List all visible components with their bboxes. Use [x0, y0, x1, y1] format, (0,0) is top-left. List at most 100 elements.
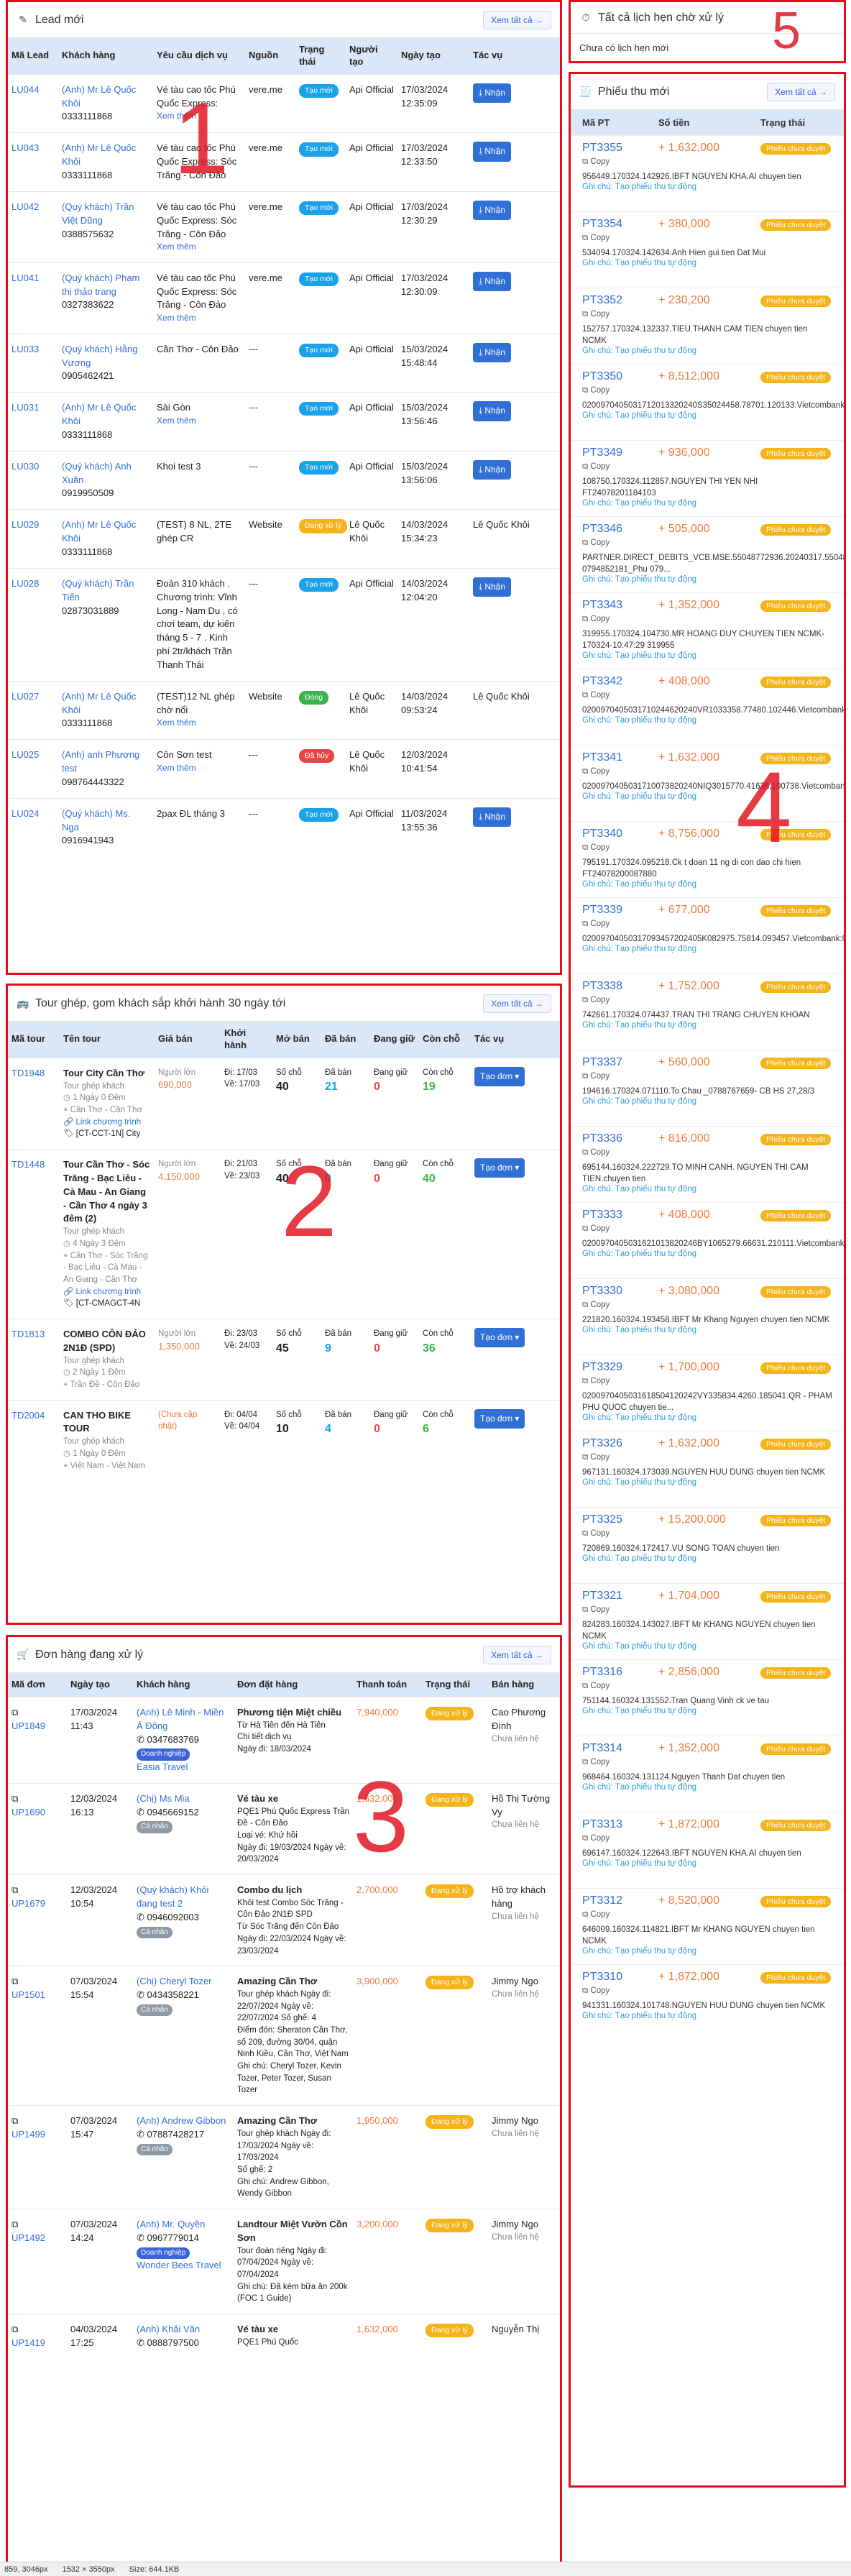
customer-link[interactable]: (Anh) Mr Lê Quốc Khôi [62, 142, 150, 169]
copy-icon[interactable]: ⧉ [12, 1706, 63, 1720]
receipt-code-link[interactable]: PT3355 [582, 142, 658, 155]
copy-icon[interactable]: ⧉ [12, 1884, 63, 1897]
create-order-button[interactable]: Tạo đơn ▾ [474, 1158, 525, 1178]
tour-code-link[interactable]: TD2004 [12, 1410, 45, 1421]
customer-link[interactable]: (Quý khách) Khôi đang test 2 [137, 1884, 230, 1911]
see-more-link[interactable]: Xem thêm [157, 241, 242, 253]
lead-code-link[interactable]: LU042 [12, 201, 39, 212]
copy-button[interactable]: ⧉ Copy [582, 1529, 658, 1539]
see-all-button[interactable]: Xem tất cả → [483, 1645, 551, 1664]
order-code-link[interactable]: UP1690 [12, 1807, 45, 1818]
lead-code-link[interactable]: LU025 [12, 749, 39, 760]
copy-button[interactable]: ⧉ Copy [582, 1224, 658, 1234]
receipt-code-link[interactable]: PT3310 [582, 1971, 658, 1984]
order-code-link[interactable]: UP1419 [12, 2337, 45, 2348]
lead-code-link[interactable]: LU044 [12, 84, 39, 95]
customer-link[interactable]: (Chị) Ms Mia [137, 1792, 230, 1806]
receive-button[interactable]: ⤓ Nhận [473, 271, 511, 292]
copy-button[interactable]: ⧉ Copy [582, 1605, 658, 1615]
receipt-code-link[interactable]: PT3338 [582, 980, 658, 993]
copy-button[interactable]: ⧉ Copy [582, 920, 658, 929]
copy-button[interactable]: ⧉ Copy [582, 1910, 658, 1920]
copy-button[interactable]: ⧉ Copy [582, 1301, 658, 1310]
receipt-code-link[interactable]: PT3339 [582, 904, 658, 917]
copy-icon[interactable]: ⧉ [12, 2218, 63, 2232]
receipt-code-link[interactable]: PT3329 [582, 1361, 658, 1374]
customer-link[interactable]: (Anh) anh Phương test [62, 748, 150, 776]
copy-button[interactable]: ⧉ Copy [582, 386, 658, 395]
copy-icon[interactable]: ⧉ [12, 2114, 63, 2128]
receipt-code-link[interactable]: PT3346 [582, 523, 658, 536]
copy-button[interactable]: ⧉ Copy [582, 1148, 658, 1158]
lead-code-link[interactable]: LU029 [12, 519, 39, 530]
receipt-code-link[interactable]: PT3313 [582, 1818, 658, 1831]
receipt-code-link[interactable]: PT3343 [582, 599, 658, 612]
customer-link[interactable]: (Quý khách) Phạm thị thảo trang [62, 272, 150, 299]
customer-link[interactable]: (Anh) Mr Lê Quốc Khôi [62, 690, 150, 718]
see-all-button[interactable]: Xem tất cả → [483, 10, 551, 29]
customer-link[interactable]: (Anh) Khải Văn [137, 2323, 230, 2337]
customer-link[interactable]: (Quý khách) Trần Việt Dũng [62, 201, 150, 228]
order-code-link[interactable]: UP1492 [12, 2232, 45, 2243]
receipt-code-link[interactable]: PT3340 [582, 828, 658, 840]
copy-icon[interactable]: ⧉ [12, 1792, 63, 1806]
receipt-code-link[interactable]: PT3312 [582, 1894, 658, 1907]
copy-button[interactable]: ⧉ Copy [582, 691, 658, 700]
customer-link[interactable]: (Chị) Cheryl Tozer [137, 1975, 230, 1989]
customer-link[interactable]: (Anh) Mr Lê Quốc Khôi [62, 518, 150, 546]
copy-button[interactable]: ⧉ Copy [582, 615, 658, 624]
lead-code-link[interactable]: LU043 [12, 142, 39, 153]
lead-code-link[interactable]: LU031 [12, 402, 39, 413]
customer-link[interactable]: (Quý khách) Anh Xuân [62, 460, 150, 487]
receipt-code-link[interactable]: PT3349 [582, 446, 658, 459]
create-order-button[interactable]: Tạo đơn ▾ [474, 1327, 525, 1348]
receipt-code-link[interactable]: PT3314 [582, 1742, 658, 1755]
copy-button[interactable]: ⧉ Copy [582, 1682, 658, 1691]
create-order-button[interactable]: Tạo đơn ▾ [474, 1066, 525, 1087]
copy-button[interactable]: ⧉ Copy [582, 1377, 658, 1386]
copy-button[interactable]: ⧉ Copy [582, 157, 658, 167]
customer-link[interactable]: (Anh) Lê Minh - Miền Á Đông [137, 1706, 230, 1733]
lead-code-link[interactable]: LU041 [12, 272, 39, 283]
copy-button[interactable]: ⧉ Copy [582, 996, 658, 1005]
tour-code-link[interactable]: TD1448 [12, 1159, 45, 1170]
copy-button[interactable]: ⧉ Copy [582, 1453, 658, 1462]
copy-icon[interactable]: ⧉ [12, 2323, 63, 2337]
receipt-code-link[interactable]: PT3333 [582, 1209, 658, 1221]
copy-button[interactable]: ⧉ Copy [582, 1834, 658, 1843]
see-all-button[interactable]: Xem tất cả → [767, 82, 835, 101]
receipt-code-link[interactable]: PT3330 [582, 1285, 658, 1298]
lead-code-link[interactable]: LU028 [12, 578, 39, 589]
see-all-button[interactable]: Xem tất cả → [483, 994, 551, 1013]
customer-link[interactable]: (Anh) Andrew Gibbon [137, 2114, 230, 2128]
receipt-code-link[interactable]: PT3325 [582, 1513, 658, 1526]
receipt-code-link[interactable]: PT3342 [582, 675, 658, 688]
see-more-link[interactable]: Xem thêm [157, 415, 242, 427]
receive-button[interactable]: ⤓ Nhận [473, 807, 511, 828]
receipt-code-link[interactable]: PT3336 [582, 1132, 658, 1145]
see-more-link[interactable]: Xem thêm [157, 762, 242, 774]
company-link[interactable]: Wonder Bees Travel [137, 2259, 230, 2273]
receipt-code-link[interactable]: PT3352 [582, 294, 658, 307]
customer-link[interactable]: (Anh) Mr Lê Quốc Khôi [62, 401, 150, 428]
order-code-link[interactable]: UP1679 [12, 1898, 45, 1909]
tour-code-link[interactable]: TD1948 [12, 1068, 45, 1078]
customer-link[interactable]: (Quý khách) Hằng Vương [62, 343, 150, 370]
order-code-link[interactable]: UP1849 [12, 1720, 45, 1731]
lead-code-link[interactable]: LU024 [12, 808, 39, 819]
receipt-code-link[interactable]: PT3326 [582, 1437, 658, 1450]
receive-button[interactable]: ⤓ Nhận [473, 200, 511, 221]
copy-button[interactable]: ⧉ Copy [582, 234, 658, 243]
copy-button[interactable]: ⧉ Copy [582, 843, 658, 853]
receive-button[interactable]: ⤓ Nhận [473, 342, 511, 363]
company-link[interactable]: Easia Travel [137, 1761, 230, 1774]
lead-code-link[interactable]: LU033 [12, 344, 39, 354]
tour-code-link[interactable]: TD1813 [12, 1329, 45, 1339]
customer-link[interactable]: (Quý khách) Ms. Nga [62, 807, 150, 835]
copy-button[interactable]: ⧉ Copy [582, 538, 658, 548]
receipt-code-link[interactable]: PT3354 [582, 218, 658, 231]
create-order-button[interactable]: Tạo đơn ▾ [474, 1408, 525, 1429]
receipt-code-link[interactable]: PT3321 [582, 1590, 658, 1603]
receipt-code-link[interactable]: PT3341 [582, 751, 658, 764]
lead-code-link[interactable]: LU027 [12, 691, 39, 702]
